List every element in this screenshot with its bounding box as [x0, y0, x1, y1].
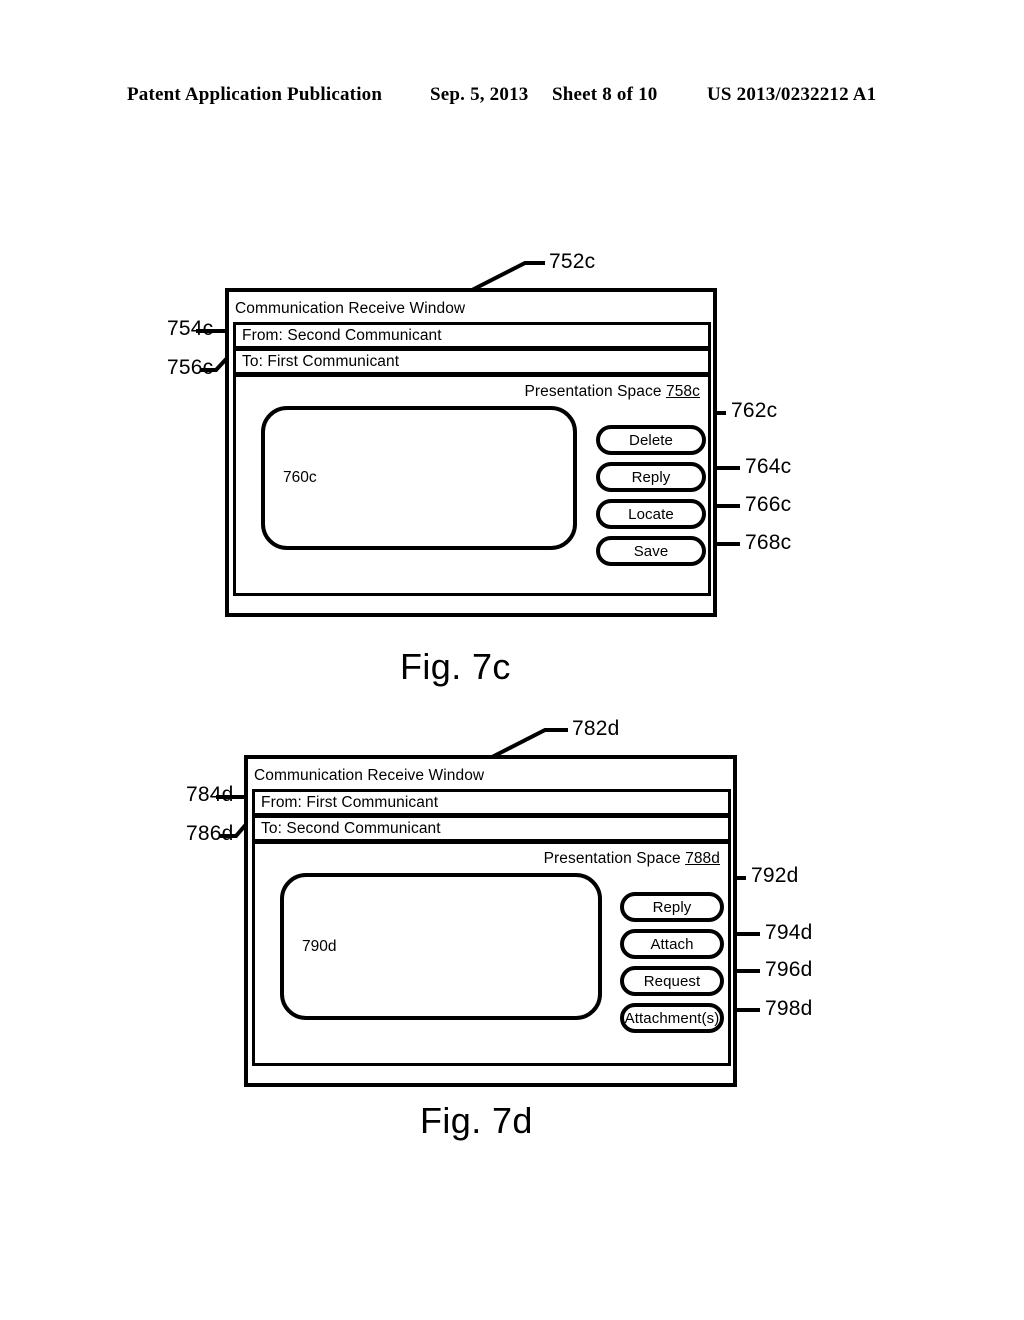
message-content-region-7d[interactable]: 790d [280, 873, 602, 1020]
reply-button-7d[interactable]: Reply [620, 892, 724, 922]
presentation-space-label-7d: Presentation Space 788d [544, 850, 720, 868]
to-field-label-7d: To: Second Communicant [261, 819, 441, 837]
reference-782d: 782d [572, 717, 620, 740]
reference-798d: 798d [765, 997, 813, 1020]
presentation-space-ref-7d: 788d [685, 850, 720, 867]
reference-794d: 794d [765, 921, 813, 944]
to-field-7d[interactable]: To: Second Communicant [252, 815, 731, 842]
window-title-7d: Communication Receive Window [254, 767, 485, 784]
presentation-space-text-7d: Presentation Space [543, 850, 681, 867]
content-region-ref-7d: 790d [302, 937, 337, 955]
reference-786d: 786d [186, 822, 234, 845]
request-button-7d[interactable]: Request [620, 966, 724, 996]
attachments-button-7d[interactable]: Attachment(s) [620, 1003, 724, 1033]
figure-7d: 782d 784d 786d 792d 794d 796d 798d Commu… [0, 0, 1024, 1320]
attach-button-7d[interactable]: Attach [620, 929, 724, 959]
reference-784d: 784d [186, 783, 234, 806]
from-field-7d[interactable]: From: First Communicant [252, 789, 731, 816]
from-field-label-7d: From: First Communicant [261, 793, 439, 811]
reference-792d: 792d [751, 864, 799, 887]
communication-receive-window-7d[interactable]: Communication Receive Window From: First… [244, 755, 737, 1087]
presentation-space-7d: Presentation Space 788d 790d Reply Attac… [252, 841, 731, 1066]
reference-796d: 796d [765, 958, 813, 981]
figure-caption-7d: Fig. 7d [420, 1100, 533, 1141]
